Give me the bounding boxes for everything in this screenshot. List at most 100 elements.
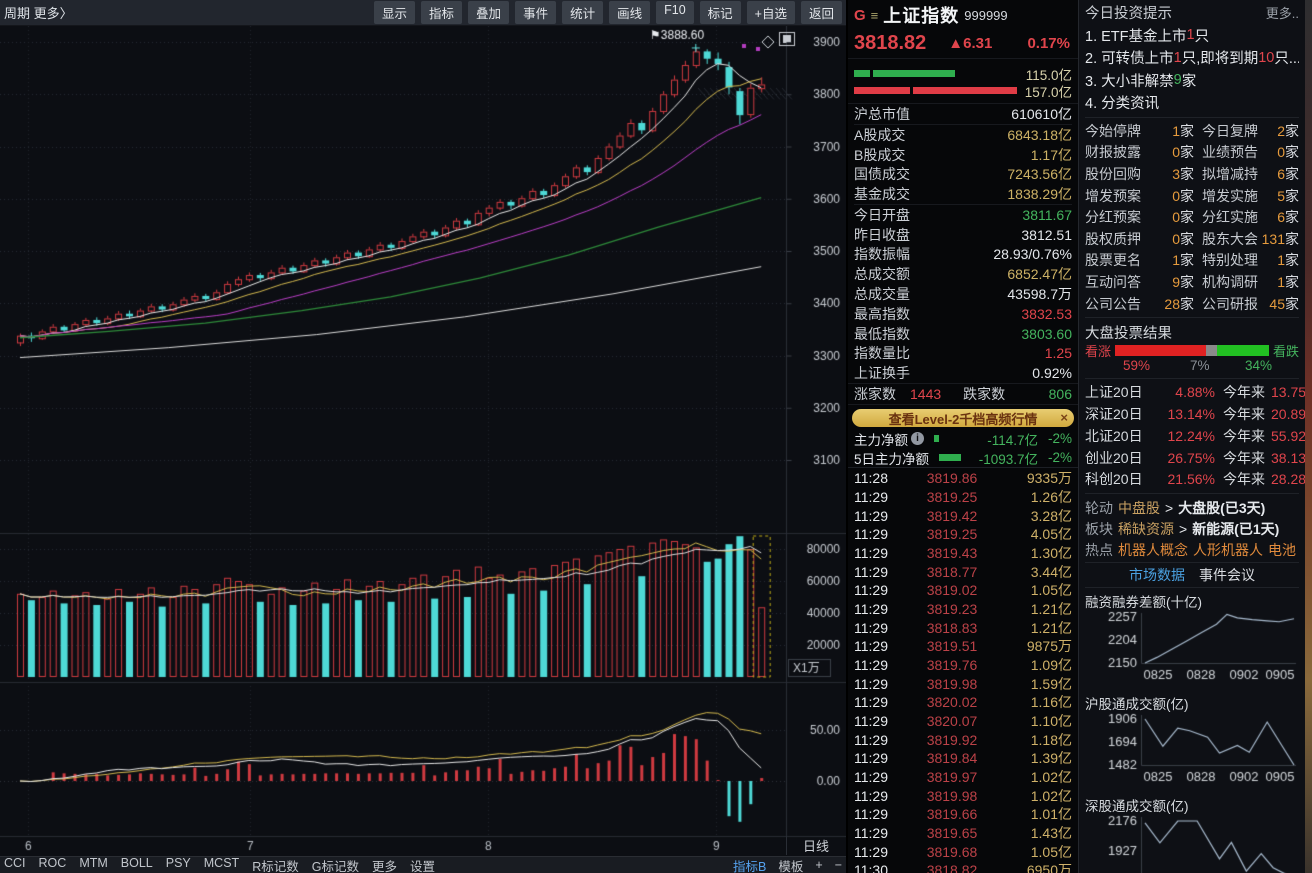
rotation-label: 轮动 bbox=[1085, 498, 1113, 518]
vote-bar-segment bbox=[1217, 345, 1269, 356]
rotation-label: 板块 bbox=[1085, 519, 1113, 539]
tips-more-link[interactable]: 更多.. bbox=[1266, 3, 1299, 22]
indicator-tab-R标记数[interactable]: R标记数 bbox=[252, 856, 299, 873]
tick-price: 3818.77 bbox=[906, 564, 998, 580]
stat-value: 3832.53 bbox=[1021, 306, 1072, 322]
event-label: 特别处理 bbox=[1194, 250, 1260, 270]
tick-row: 11:293819.981.59亿 bbox=[848, 674, 1078, 693]
event-grid-row[interactable]: 互动问答9家机构调研1家 bbox=[1085, 271, 1299, 293]
toolbar-button-事件[interactable]: 事件 bbox=[515, 1, 556, 24]
tick-amount: 4.05亿 bbox=[998, 524, 1072, 544]
event-grid-row[interactable]: 股票更名1家特别处理1家 bbox=[1085, 250, 1299, 272]
stat-label: 最低指数 bbox=[854, 324, 910, 344]
event-number: 0 bbox=[1172, 231, 1180, 247]
toolbar-button-统计[interactable]: 统计 bbox=[562, 1, 603, 24]
stat-row: 指数振幅28.93/0.76% bbox=[854, 245, 1072, 265]
tick-time: 11:29 bbox=[854, 545, 906, 561]
indicator-tab-G标记数[interactable]: G标记数 bbox=[312, 856, 359, 873]
rotation-term[interactable]: 机器人概念 bbox=[1118, 540, 1188, 560]
capital-flow-row: 主力净额i-114.7亿-2% bbox=[848, 429, 1078, 448]
market-data-link[interactable]: 市场数据 bbox=[1129, 565, 1185, 585]
price-row: 3818.82 ▲6.31 0.17% bbox=[848, 28, 1078, 58]
toolbar-button-叠加[interactable]: 叠加 bbox=[468, 1, 509, 24]
indicator-tab-MCST[interactable]: MCST bbox=[204, 856, 239, 873]
indicator-tab-MTM[interactable]: MTM bbox=[79, 856, 107, 873]
indicator-tab-更多[interactable]: 更多 bbox=[372, 856, 397, 873]
event-label: 股东大会 bbox=[1194, 229, 1260, 249]
close-icon[interactable]: × bbox=[1060, 409, 1068, 427]
mini-chart-canvas bbox=[1085, 813, 1300, 873]
event-grid-row[interactable]: 股份回购3家拟增减持6家 bbox=[1085, 163, 1299, 185]
indicator-tab-BOLL[interactable]: BOLL bbox=[121, 856, 153, 873]
vote-percentages: 59% 7% 34% bbox=[1085, 358, 1299, 376]
event-grid-row[interactable]: 增发预案0家增发实施5家 bbox=[1085, 185, 1299, 207]
stat-value: 1838.29亿 bbox=[1007, 184, 1072, 204]
zoom-out-button[interactable]: − bbox=[835, 858, 842, 872]
event-grid-row[interactable]: 财报披露0家业绩预告0家 bbox=[1085, 142, 1299, 164]
tip-segment: 只... bbox=[1274, 47, 1299, 68]
rotation-term[interactable]: 电池 bbox=[1268, 540, 1296, 560]
stat-row: A股成交6843.18亿 bbox=[854, 125, 1072, 145]
ytd-label: 今年来 bbox=[1215, 426, 1271, 446]
template-button[interactable]: 模板 bbox=[778, 856, 803, 873]
event-grid-row[interactable]: 股权质押0家股东大会131家 bbox=[1085, 228, 1299, 250]
tick-row: 11:283819.869335万 bbox=[848, 468, 1078, 487]
toolbar-button-标记[interactable]: 标记 bbox=[700, 1, 741, 24]
toolbar-button-F10[interactable]: F10 bbox=[656, 1, 694, 24]
event-grid-row[interactable]: 分红预案0家分红实施6家 bbox=[1085, 206, 1299, 228]
period-selector[interactable]: 日线 bbox=[786, 836, 845, 855]
event-label: 分红实施 bbox=[1194, 207, 1260, 227]
main-chart-canvas[interactable] bbox=[0, 26, 846, 856]
indicator-tab-CCI[interactable]: CCI bbox=[4, 856, 26, 873]
menu-icon[interactable]: ≡ bbox=[871, 8, 879, 23]
info-icon[interactable]: i bbox=[911, 432, 924, 445]
toolbar-button-显示[interactable]: 显示 bbox=[374, 1, 415, 24]
stat-row: 总成交额6852.47亿 bbox=[854, 264, 1072, 284]
zoom-in-button[interactable]: + bbox=[815, 858, 822, 872]
stat-value: 3811.67 bbox=[1022, 207, 1072, 223]
toolbar-button-指标[interactable]: 指标 bbox=[421, 1, 462, 24]
toolbar-button-返回[interactable]: 返回 bbox=[801, 1, 842, 24]
index-perf-20d: 21.56% bbox=[1157, 471, 1215, 487]
event-label: 股权质押 bbox=[1085, 229, 1148, 249]
indicator-tab-ROC[interactable]: ROC bbox=[39, 856, 67, 873]
tick-price: 3819.51 bbox=[906, 638, 998, 654]
vote-bar-row: 看涨 看跌 bbox=[1085, 342, 1299, 358]
indicator-tab-设置[interactable]: 设置 bbox=[410, 856, 435, 873]
tick-amount: 9335万 bbox=[998, 468, 1072, 488]
indicator-tab-PSY[interactable]: PSY bbox=[166, 856, 191, 873]
tip-item[interactable]: 1. ETF基金上市1只 bbox=[1085, 24, 1299, 47]
decliners-count: 806 bbox=[1049, 386, 1072, 402]
event-label: 今日复牌 bbox=[1194, 121, 1260, 141]
rotation-term[interactable]: 中盘股 bbox=[1118, 498, 1160, 518]
tick-time: 11:29 bbox=[854, 508, 906, 524]
tick-price: 3819.86 bbox=[906, 470, 998, 486]
stat-value: 6843.18亿 bbox=[1007, 125, 1072, 145]
tip-item[interactable]: 3. 大小非解禁 9 家 bbox=[1085, 69, 1299, 92]
tick-time: 11:29 bbox=[854, 564, 906, 580]
stat-value: 0.92% bbox=[1032, 365, 1072, 381]
index-perf-label: 深证20日 bbox=[1085, 404, 1157, 424]
tip-item[interactable]: 4. 分类资讯 bbox=[1085, 92, 1299, 115]
toolbar-button-画线[interactable]: 画线 bbox=[609, 1, 650, 24]
rotation-term[interactable]: 人形机器人 bbox=[1193, 540, 1263, 560]
event-unit: 家 bbox=[1180, 209, 1194, 225]
rotation-term: 新能源(已1天) bbox=[1192, 519, 1279, 539]
level2-banner[interactable]: 查看Level-2千档高频行情 × bbox=[852, 409, 1074, 427]
tick-row: 11:293819.681.05亿 bbox=[848, 842, 1078, 861]
event-grid-row[interactable]: 今始停牌1家今日复牌2家 bbox=[1085, 120, 1299, 142]
tick-amount: 1.09亿 bbox=[998, 655, 1072, 675]
toolbar-button-+自选[interactable]: +自选 bbox=[747, 1, 795, 24]
tick-amount: 1.02亿 bbox=[998, 786, 1072, 806]
tip-item[interactable]: 2. 可转债上市1只,即将到期10只... bbox=[1085, 47, 1299, 70]
tick-amount: 1.05亿 bbox=[998, 580, 1072, 600]
event-meeting-link[interactable]: 事件会议 bbox=[1199, 565, 1255, 585]
period-menu[interactable]: 周期 更多〉 bbox=[4, 3, 73, 22]
stat-label: 最高指数 bbox=[854, 304, 910, 324]
event-grid-row[interactable]: 公司公告28家公司研报45家 bbox=[1085, 293, 1299, 315]
rotation-term[interactable]: 稀缺资源 bbox=[1118, 519, 1174, 539]
index-perf-20d: 4.88% bbox=[1157, 384, 1215, 400]
indicator-b-button[interactable]: 指标B bbox=[733, 856, 766, 873]
tip-segment: 1. ETF基金上市 bbox=[1085, 25, 1187, 46]
event-unit: 家 bbox=[1285, 166, 1299, 182]
